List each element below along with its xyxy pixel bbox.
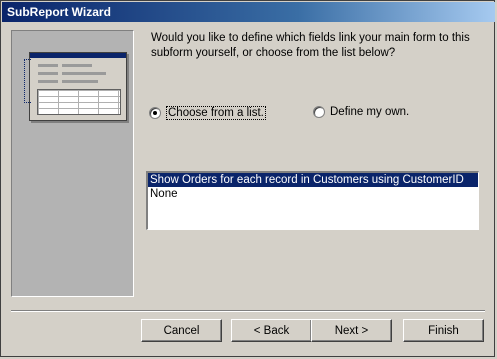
define-my-own-radio[interactable]: Define my own. <box>313 106 409 118</box>
title-bar[interactable]: SubReport Wizard <box>2 2 495 22</box>
radio-checked-icon <box>149 107 161 119</box>
list-item[interactable]: None <box>148 187 478 201</box>
choose-from-list-label: Choose from a list. <box>166 106 266 120</box>
subform-preview-icon <box>37 89 121 115</box>
subreport-wizard-window: SubReport Wizard Would you like to defin… <box>0 0 495 357</box>
back-button[interactable]: < Back <box>231 319 312 342</box>
next-button[interactable]: Next > <box>311 319 392 342</box>
radio-unchecked-icon <box>313 106 325 118</box>
list-item[interactable]: Show Orders for each record in Customers… <box>148 173 478 187</box>
preview-illustration <box>11 30 134 297</box>
divider <box>11 310 485 312</box>
finish-button[interactable]: Finish <box>403 319 484 342</box>
choose-from-list-radio[interactable]: Choose from a list. <box>149 106 266 120</box>
link-arrow-icon <box>24 59 31 103</box>
question-text: Would you like to define which fields li… <box>151 32 470 59</box>
cancel-button[interactable]: Cancel <box>141 319 222 342</box>
window-title: SubReport Wizard <box>7 5 111 19</box>
form-preview-icon <box>29 52 127 121</box>
link-options-listbox[interactable]: Show Orders for each record in Customers… <box>146 171 479 230</box>
define-my-own-label: Define my own. <box>330 106 410 118</box>
